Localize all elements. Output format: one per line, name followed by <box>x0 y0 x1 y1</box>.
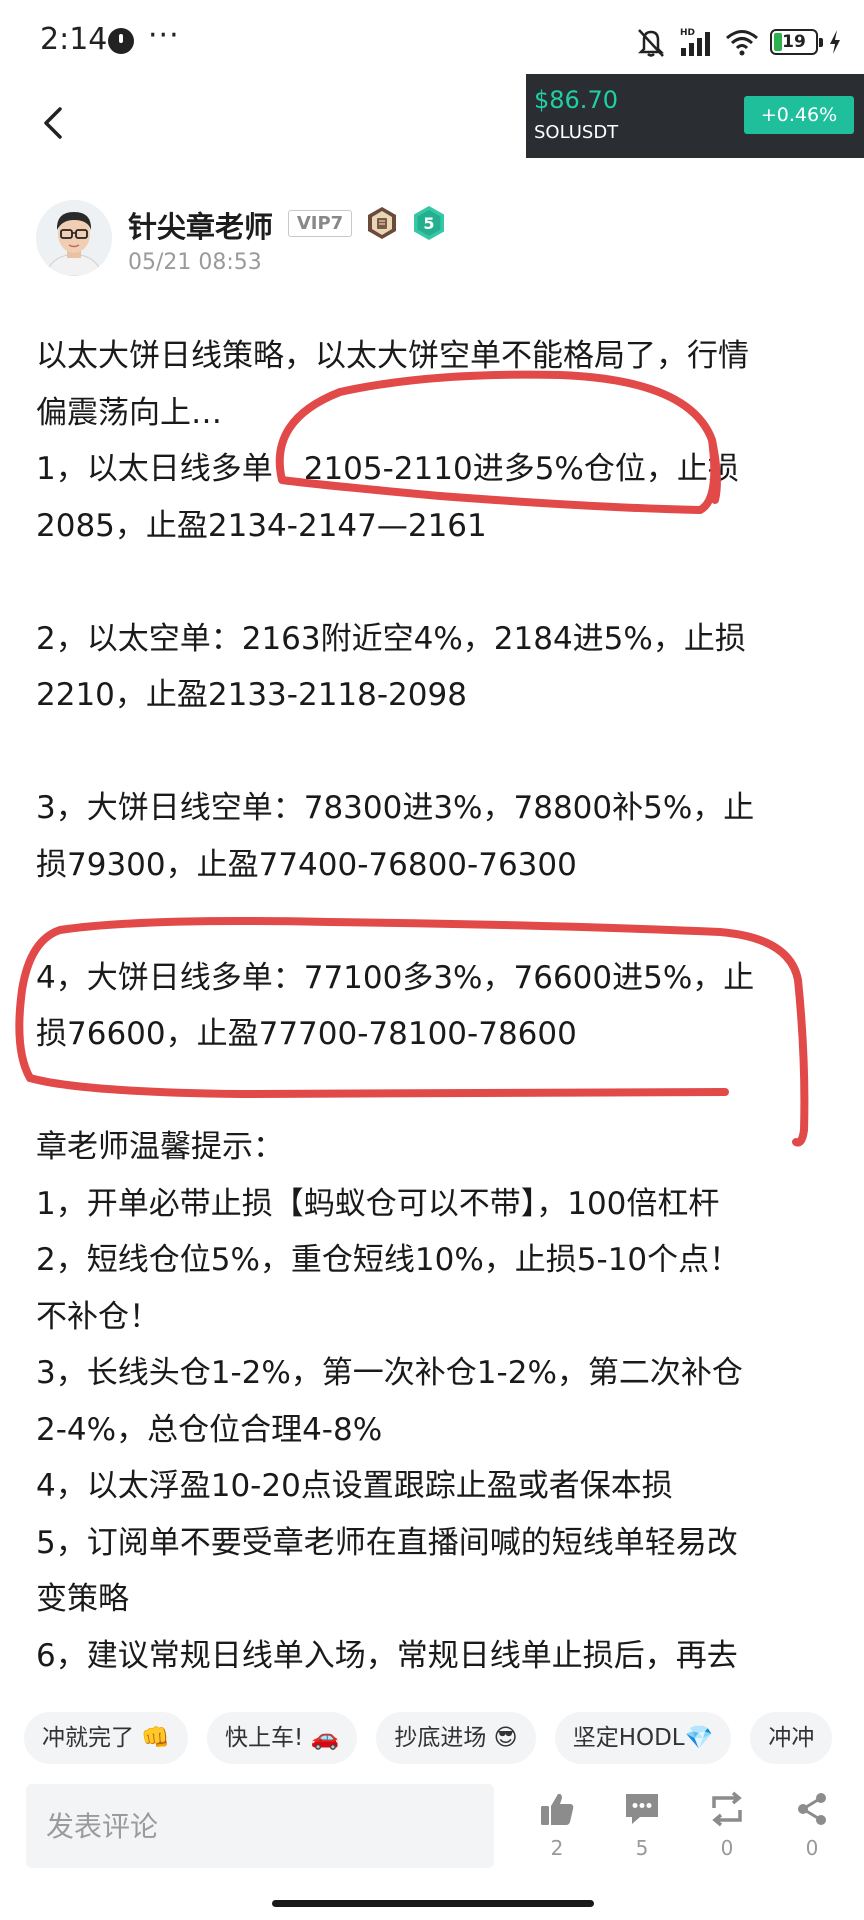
comment-count: 5 <box>635 1836 649 1860</box>
medal-badge-icon <box>368 207 396 239</box>
level-badge-icon: 5 <box>414 206 444 240</box>
post-content: 以太大饼日线策略，以太大饼空单不能格局了，行情 偏震荡向上… 1，以太日线多单：… <box>36 328 836 1684</box>
post-line: 1，开单必带止损【蚂蚁仓可以不带】，100倍杠杆 <box>36 1185 720 1222</box>
post-line: 4，大饼日线多单：77100多3%，76600进5%，止 <box>36 959 755 996</box>
ticker-change-badge: +0.46% <box>744 96 854 134</box>
post-line <box>36 893 836 950</box>
post-line: 偏震荡向上… <box>36 394 222 431</box>
tag-chip[interactable]: 快上车! 🚗 <box>207 1712 358 1764</box>
post-line: 2210，止盈2133-2118-2098 <box>36 677 467 713</box>
tag-chip[interactable]: 抄底进场 😎 <box>376 1712 536 1764</box>
comment-input[interactable] <box>26 1784 494 1868</box>
level-number: 5 <box>423 214 434 233</box>
post-line: 3，大饼日线空单：78300进3%，78800补5%，止 <box>36 790 755 826</box>
wifi-icon <box>726 30 758 56</box>
share-button[interactable]: 0 <box>782 1790 842 1880</box>
vip-badge: VIP7 <box>288 210 352 237</box>
post-line <box>36 1063 836 1120</box>
post-line: 4，以太浮盈10-20点设置跟踪止盈或者保本损 <box>36 1468 673 1504</box>
post-line: 损76600，止盈77700-78100-78600 <box>36 1016 577 1052</box>
post-line: 2，短线仓位5%，重仓短线10%，止损5-10个点！ <box>36 1242 741 1278</box>
tag-chip[interactable]: 坚定HODL💎 <box>554 1712 732 1764</box>
tag-chip[interactable]: 冲冲 <box>750 1712 833 1764</box>
battery-icon: 19 <box>770 29 823 55</box>
more-notifications-icon: ··· <box>148 18 180 53</box>
ticker-widget[interactable]: $86.70 SOLUSDT +0.46% <box>526 74 864 158</box>
back-button[interactable] <box>30 98 76 148</box>
repost-count: 0 <box>720 1836 734 1860</box>
post-line <box>36 724 836 781</box>
like-button[interactable]: 2 <box>527 1790 587 1880</box>
post-line: 2-4%，总仓位合理4-8% <box>36 1411 383 1448</box>
repost-button[interactable]: 0 <box>697 1790 757 1880</box>
status-bar: 2:14 ··· HD 19 <box>0 0 864 84</box>
home-indicator[interactable] <box>272 1900 594 1907</box>
post-line: 损79300，止盈77400-76800-76300 <box>36 846 577 883</box>
post-line <box>36 554 836 611</box>
mute-bell-icon <box>637 29 665 57</box>
avatar-portrait <box>36 200 112 276</box>
author-name[interactable]: 针尖章老师 <box>128 204 273 246</box>
author-avatar[interactable] <box>36 200 112 276</box>
battery-level: 19 <box>782 32 806 52</box>
post-line: 3，长线头仓1-2%，第一次补仓1-2%，第二次补仓 <box>36 1355 743 1391</box>
post-line: 2085，止盈2134-2147—2161 <box>36 507 487 544</box>
repost-icon <box>712 1791 742 1827</box>
post-line: 不补仓！ <box>36 1298 160 1335</box>
share-count: 0 <box>805 1836 819 1860</box>
post-timestamp: 05/21 08:53 <box>128 250 262 275</box>
post-line: 1，以太日线多单：2105-2110进多5%仓位，止损 <box>36 451 739 487</box>
post-line: 2，以太空单：2163附近空4%，2184进5%，止损 <box>36 620 746 657</box>
signal-icon: HD <box>680 28 710 56</box>
like-count: 2 <box>550 1836 564 1860</box>
share-icon <box>798 1793 826 1825</box>
ticker-symbol: SOLUSDT <box>534 122 619 143</box>
comment-icon <box>626 1794 658 1824</box>
status-icons: HD 19 <box>634 24 842 60</box>
post-line: 6，建议常规日线单入场，常规日线单止损后，再去 <box>36 1637 738 1674</box>
post-line: 5，订阅单不要受章老师在直播间喊的短线单轻易改 <box>36 1524 738 1561</box>
comment-button[interactable]: 5 <box>612 1790 672 1880</box>
network-type: HD <box>680 28 695 38</box>
tag-chip[interactable]: 冲就完了 👊 <box>24 1712 188 1764</box>
status-time: 2:14 <box>40 22 108 57</box>
chevron-left-icon <box>44 107 62 139</box>
thumbs-up-icon <box>541 1793 574 1825</box>
notification-app-icon <box>108 28 134 54</box>
charging-icon <box>830 30 840 54</box>
post-line: 章老师温馨提示： <box>36 1129 284 1165</box>
post-line: 变策略 <box>36 1581 129 1617</box>
comment-box[interactable] <box>26 1784 494 1868</box>
post-line: 以太大饼日线策略，以太大饼空单不能格局了，行情 <box>36 338 749 374</box>
quick-reply-tags: 冲就完了 👊 快上车! 🚗 抄底进场 😎 坚定HODL💎 冲冲 <box>24 1712 864 1764</box>
ticker-price: $86.70 <box>534 86 618 114</box>
